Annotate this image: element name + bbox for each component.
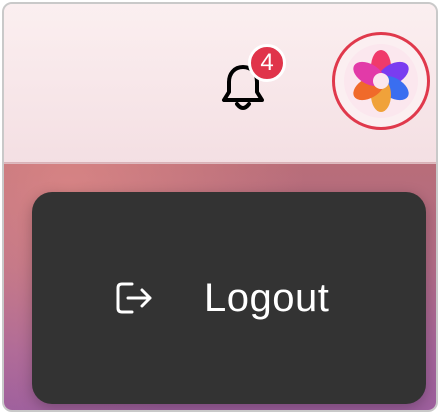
notification-count-badge: 4 (248, 44, 286, 82)
logout-menu-item[interactable]: Logout (32, 192, 426, 404)
avatar (344, 44, 418, 118)
logout-label: Logout (204, 275, 330, 320)
user-avatar-button[interactable] (332, 32, 430, 130)
app-window: 4 Logout (2, 2, 438, 412)
logout-icon (116, 282, 152, 314)
user-dropdown-menu: Logout (32, 192, 426, 404)
top-header: 4 (4, 4, 436, 164)
colorful-flower-logo-icon (353, 50, 409, 112)
